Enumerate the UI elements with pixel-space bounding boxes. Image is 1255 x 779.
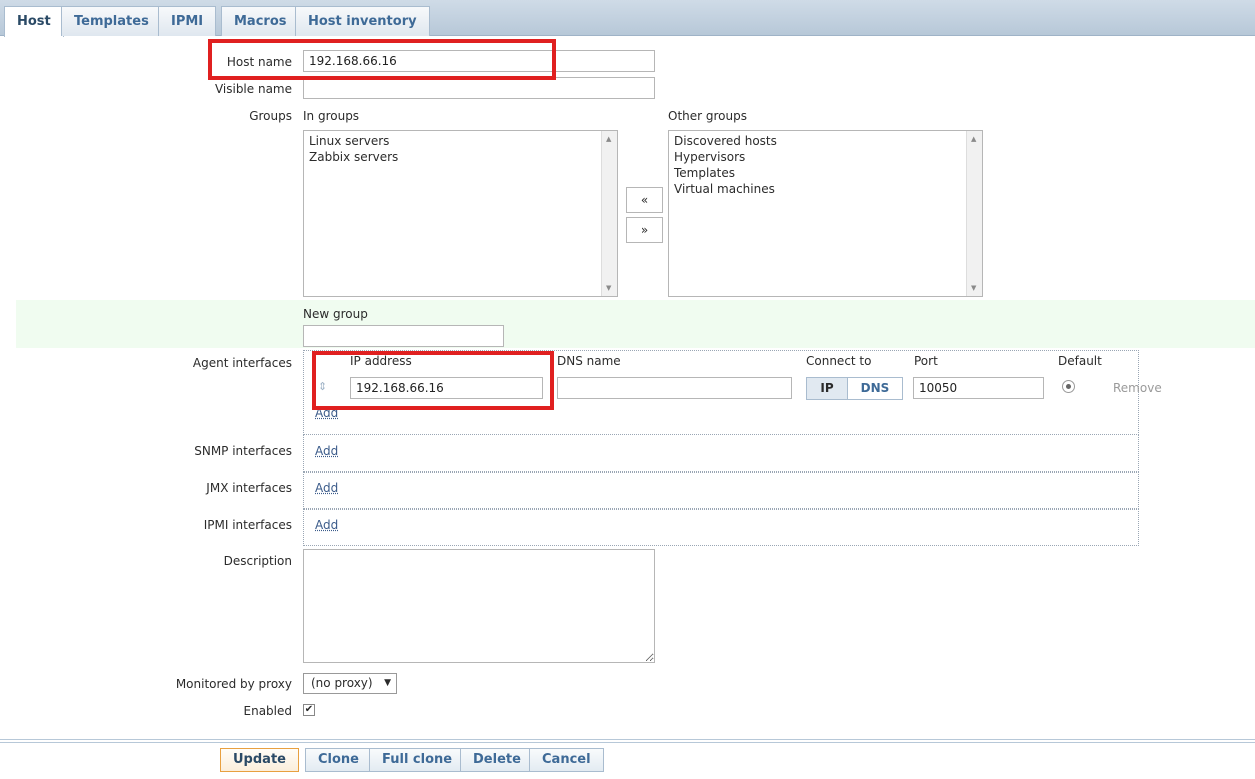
ipmi-interfaces-panel	[303, 509, 1139, 546]
ip-address-highlight	[312, 351, 554, 410]
connect-ip-button[interactable]: IP	[806, 377, 848, 400]
remove-interface-link[interactable]: Remove	[1113, 381, 1162, 395]
scroll-down-icon[interactable]: ▼	[606, 284, 611, 292]
new-group-row	[16, 300, 1255, 348]
clone-button[interactable]: Clone	[305, 748, 372, 772]
default-header: Default	[1058, 354, 1102, 368]
scroll-down-icon[interactable]: ▼	[971, 284, 976, 292]
other-group-option[interactable]: Templates	[674, 165, 977, 181]
tab-bar: Host Templates IPMI Macros Host inventor…	[0, 0, 1255, 37]
agent-interfaces-label: Agent interfaces	[192, 356, 292, 370]
scrollbar[interactable]: ▲ ▼	[601, 131, 617, 296]
scroll-up-icon[interactable]: ▲	[606, 135, 611, 143]
scrollbar[interactable]: ▲ ▼	[966, 131, 982, 296]
proxy-select[interactable]: (no proxy) ▼	[303, 673, 397, 694]
tab-templates[interactable]: Templates	[61, 6, 162, 36]
other-group-option[interactable]: Discovered hosts	[674, 133, 977, 149]
default-radio[interactable]	[1062, 380, 1075, 393]
add-ipmi-interface-link[interactable]: Add	[315, 518, 338, 532]
tab-ipmi[interactable]: IPMI	[158, 6, 217, 36]
jmx-interfaces-panel	[303, 472, 1139, 509]
full-clone-button[interactable]: Full clone	[369, 748, 466, 772]
monitored-by-proxy-label: Monitored by proxy	[175, 677, 292, 691]
new-group-input[interactable]	[303, 325, 504, 347]
scroll-up-icon[interactable]: ▲	[971, 135, 976, 143]
agent-dns-input[interactable]	[557, 377, 792, 399]
add-jmx-interface-link[interactable]: Add	[315, 481, 338, 495]
snmp-interfaces-label: SNMP interfaces	[194, 444, 292, 458]
other-group-option[interactable]: Hypervisors	[674, 149, 977, 165]
description-label: Description	[223, 554, 292, 568]
dns-name-header: DNS name	[557, 354, 621, 368]
cancel-button[interactable]: Cancel	[529, 748, 604, 772]
in-groups-label: In groups	[303, 109, 360, 123]
jmx-interfaces-label: JMX interfaces	[206, 481, 292, 495]
other-group-option[interactable]: Virtual machines	[674, 181, 977, 197]
move-to-other-groups-button[interactable]: »	[626, 217, 663, 243]
enabled-label: Enabled	[243, 704, 293, 718]
connect-to-header: Connect to	[806, 354, 872, 368]
tab-macros[interactable]: Macros	[221, 6, 300, 36]
delete-button[interactable]: Delete	[460, 748, 534, 772]
ipmi-interfaces-label: IPMI interfaces	[203, 518, 292, 532]
new-group-label: New group	[303, 307, 368, 321]
checkmark-icon: ✔	[304, 704, 314, 715]
update-button[interactable]: Update	[220, 748, 299, 772]
radio-dot-icon	[1066, 384, 1071, 389]
host-name-highlight	[208, 39, 556, 80]
enabled-checkbox[interactable]: ✔	[303, 704, 315, 716]
groups-label: Groups	[249, 109, 292, 123]
agent-port-input[interactable]	[913, 377, 1044, 399]
snmp-interfaces-panel	[303, 435, 1139, 472]
other-groups-label: Other groups	[668, 109, 747, 123]
in-group-option[interactable]: Zabbix servers	[309, 149, 612, 165]
visible-name-label: Visible name	[214, 82, 292, 96]
tab-host[interactable]: Host	[4, 6, 64, 37]
visible-name-input[interactable]	[303, 77, 655, 99]
in-group-option[interactable]: Linux servers	[309, 133, 612, 149]
description-textarea[interactable]	[303, 549, 655, 663]
in-groups-listbox[interactable]: Linux servers Zabbix servers ▲ ▼	[303, 130, 618, 297]
footer-divider	[0, 742, 1255, 743]
other-groups-listbox[interactable]: Discovered hosts Hypervisors Templates V…	[668, 130, 983, 297]
footer-divider	[0, 739, 1255, 740]
add-snmp-interface-link[interactable]: Add	[315, 444, 338, 458]
port-header: Port	[914, 354, 938, 368]
tab-host-inventory[interactable]: Host inventory	[295, 6, 430, 36]
dropdown-arrow-icon: ▼	[384, 678, 391, 688]
move-to-in-groups-button[interactable]: «	[626, 187, 663, 213]
connect-dns-button[interactable]: DNS	[847, 377, 903, 400]
proxy-selected-value: (no proxy)	[311, 676, 373, 690]
